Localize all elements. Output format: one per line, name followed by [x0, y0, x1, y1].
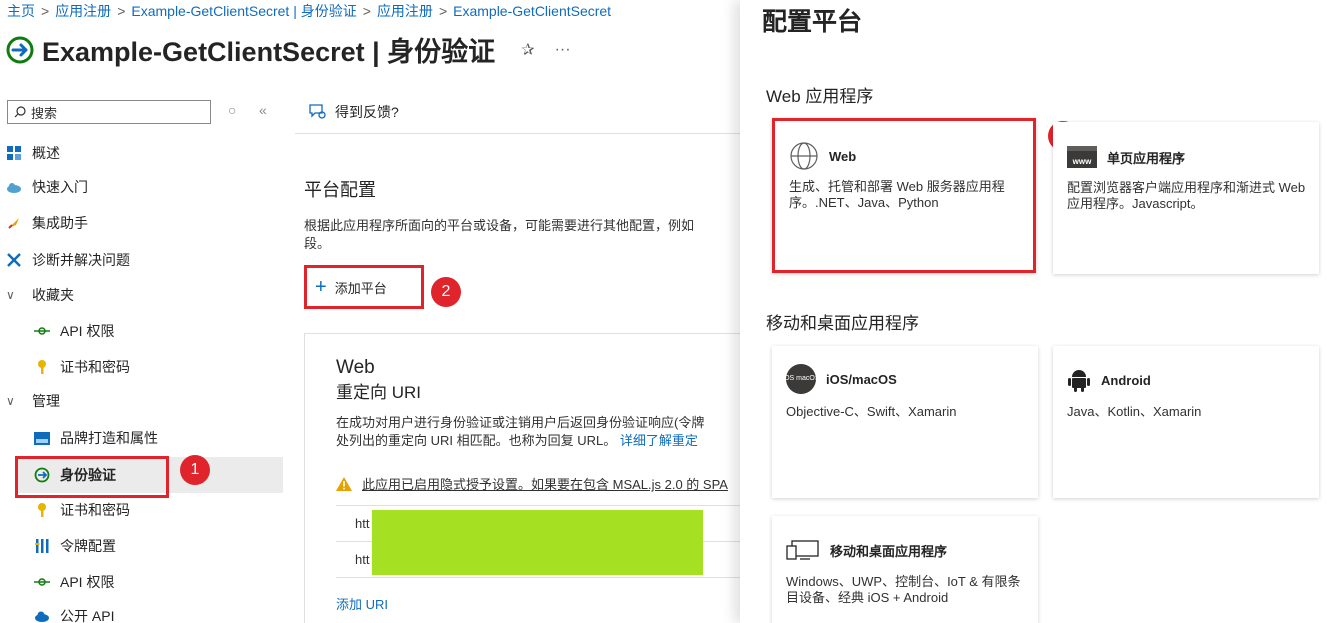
- breadcrumb-app-auth[interactable]: Example-GetClientSecret | 身份验证: [131, 3, 356, 19]
- breadcrumb-home[interactable]: 主页: [7, 3, 35, 19]
- step-1-highlight: [15, 456, 169, 498]
- implicit-grant-warning: 此应用已启用隐式授予设置。如果要在包含 MSAL.js 2.0 的 SPA: [336, 474, 740, 493]
- desktop-icon: [786, 540, 820, 560]
- redirect-uri-value[interactable]: htt: [355, 516, 369, 531]
- branding-icon: [34, 430, 50, 446]
- key-icon: [34, 359, 50, 375]
- sidebar-item-diagnose[interactable]: 诊断并解决问题: [6, 247, 130, 273]
- platform-card-description: Java、Kotlin、Xamarin: [1067, 404, 1202, 419]
- refresh-icon[interactable]: ○: [228, 102, 236, 118]
- add-uri-link[interactable]: 添加 URI: [336, 594, 388, 613]
- platform-card-description: 配置浏览器客户端应用程序和渐进式 Web 应用程序。Javascript。: [1067, 180, 1306, 211]
- token-config-icon: [34, 538, 50, 554]
- chevron-down-icon: ∨: [6, 394, 15, 408]
- grid-icon: [6, 145, 22, 161]
- collapse-icon[interactable]: «: [259, 102, 267, 118]
- more-options-icon[interactable]: ···: [555, 41, 571, 59]
- breadcrumb: 主页 > 应用注册 > Example-GetClientSecret | 身份验证 > 应…: [7, 3, 612, 19]
- panel-title: 配置平台: [762, 8, 863, 36]
- platform-card-title: 移动和桌面应用程序: [830, 543, 948, 559]
- web-card-subtitle: 重定向 URI: [336, 383, 421, 402]
- platform-card-description: Windows、UWP、控制台、IoT & 有限条目设备、经典 iOS + An…: [786, 574, 1021, 605]
- section-description: 根据此应用程序所面向的平台或设备，可能需要进行其他配置，例如 段。: [304, 218, 695, 251]
- sidebar-item-branding[interactable]: 品牌打造和属性: [34, 425, 158, 451]
- section-title: 平台配置: [304, 180, 376, 200]
- page-header: Example-GetClientSecret | 身份验证 ✰ ···: [6, 30, 571, 69]
- step-badge-1: 1: [180, 455, 210, 485]
- platform-card-description: 生成、托管和部署 Web 服务器应用程序。.NET、Java、Python: [789, 179, 1005, 210]
- authentication-icon: [6, 36, 34, 64]
- platform-card-title: 单页应用程序: [1107, 150, 1186, 166]
- feedback-button[interactable]: 得到反馈?: [309, 102, 399, 122]
- ios-macos-icon: iOS macOS: [783, 364, 819, 394]
- plus-icon: +: [315, 275, 327, 298]
- platform-card-android[interactable]: Android Java、Kotlin、Xamarin: [1053, 346, 1319, 498]
- sidebar-group-favorites[interactable]: ∨ 收藏夹: [6, 282, 74, 308]
- step-badge-2: 2: [431, 277, 461, 307]
- platform-card-title: Web: [829, 148, 857, 164]
- platform-card-title: Android: [1101, 372, 1151, 388]
- redirect-uri-value[interactable]: htt: [355, 552, 369, 567]
- breadcrumb-app-registrations-2[interactable]: 应用注册: [377, 3, 433, 19]
- sidebar-item-certificates-fav[interactable]: 证书和密码: [34, 354, 130, 380]
- warning-icon: [336, 476, 352, 491]
- add-platform-button[interactable]: + 添加平台: [304, 265, 424, 309]
- divider: [295, 133, 740, 134]
- sidebar-item-api-permissions-fav[interactable]: API 权限: [34, 318, 114, 344]
- cloud-icon: [34, 608, 50, 623]
- platform-card-title: iOS/macOS: [826, 371, 897, 387]
- warning-link[interactable]: 此应用已启用隐式授予设置。如果要在包含 MSAL.js 2.0 的 SPA: [362, 474, 728, 493]
- www-icon: www: [1067, 146, 1097, 168]
- learn-more-link[interactable]: 详细了解重定: [620, 433, 698, 448]
- platform-card-desktop[interactable]: 移动和桌面应用程序 Windows、UWP、控制台、IoT & 有限条目设备、经…: [772, 516, 1038, 623]
- tools-icon: [6, 252, 22, 268]
- sidebar-search-input[interactable]: 搜索: [7, 100, 211, 124]
- section-web-apps: Web 应用程序: [766, 87, 874, 106]
- android-icon: [1067, 368, 1091, 392]
- redacted-overlay: [372, 510, 703, 575]
- sidebar-item-quickstart[interactable]: 快速入门: [6, 174, 88, 200]
- chevron-down-icon: ∨: [6, 288, 15, 302]
- platform-card-description: Objective-C、Swift、Xamarin: [786, 404, 957, 419]
- key-icon: [34, 502, 50, 518]
- feedback-icon: [309, 104, 327, 120]
- search-placeholder: 搜索: [31, 105, 58, 121]
- redirect-uri-row: [336, 577, 740, 613]
- web-card-description: 在成功对用户进行身份验证或注销用户后返回身份验证响应(令牌 处列出的重定向 UR…: [336, 415, 705, 448]
- api-permissions-icon: [34, 574, 50, 590]
- web-card-title: Web: [336, 357, 375, 378]
- section-mobile-desktop: 移动和桌面应用程序: [766, 314, 919, 333]
- platform-card-spa[interactable]: www 单页应用程序 配置浏览器客户端应用程序和渐进式 Web 应用程序。Jav…: [1053, 122, 1319, 274]
- sidebar-item-overview[interactable]: 概述: [6, 140, 60, 166]
- platform-card-web[interactable]: Web 生成、托管和部署 Web 服务器应用程序。.NET、Java、Pytho…: [772, 118, 1036, 273]
- sidebar-item-expose-api[interactable]: 公开 API: [34, 603, 114, 623]
- search-icon: [14, 106, 26, 118]
- pin-icon[interactable]: ✰: [521, 40, 534, 60]
- sidebar-group-manage[interactable]: ∨ 管理: [6, 388, 60, 414]
- breadcrumb-app-registrations[interactable]: 应用注册: [55, 3, 111, 19]
- globe-icon: [789, 141, 819, 171]
- rocket-icon: [6, 215, 22, 231]
- sidebar-item-certificates[interactable]: 证书和密码: [34, 497, 130, 523]
- cloud-icon: [6, 179, 22, 195]
- api-permissions-icon: [34, 323, 50, 339]
- page-title: Example-GetClientSecret | 身份验证: [42, 37, 496, 67]
- sidebar-item-integration-assistant[interactable]: 集成助手: [6, 210, 88, 236]
- breadcrumb-app[interactable]: Example-GetClientSecret: [453, 3, 611, 19]
- sidebar-item-token-config[interactable]: 令牌配置: [34, 533, 116, 559]
- platform-card-ios[interactable]: iOS macOS iOS/macOS Objective-C、Swift、Xa…: [772, 346, 1038, 498]
- sidebar-item-api-permissions[interactable]: API 权限: [34, 569, 114, 595]
